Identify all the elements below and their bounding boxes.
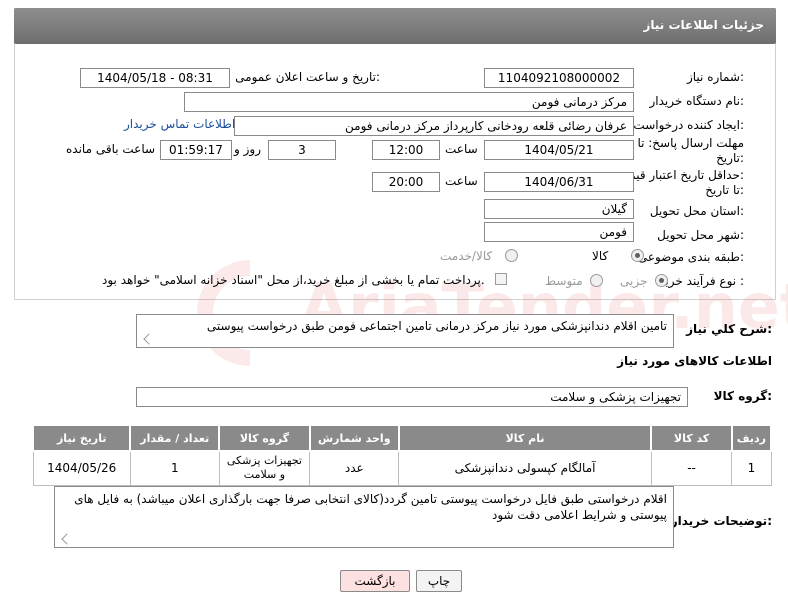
price-time-field[interactable]: 20:00 [372,172,440,192]
process-option-medium: متوسط [545,274,583,288]
col-code: کد کالا [650,424,733,452]
deadline-date-field[interactable]: 1404/05/21 [484,140,634,160]
general-description-label: شرح کلي نیاز: [686,322,772,336]
panel-title: جزئیات اطلاعات نیاز [643,18,764,32]
category-option-goods: کالا [592,249,609,263]
process-option-partial: جزیی [620,274,648,288]
general-description-field[interactable]: تامین اقلام دندانپزشکی مورد نیاز مرکز در… [136,314,674,348]
province-field[interactable]: گیلان [484,199,634,219]
print-button[interactable]: چاپ [416,570,462,592]
province-label: استان محل تحویل: [649,204,744,218]
price-validity-label: حداقل تاریخ اعتبار قیمت: [617,168,744,182]
cell-qty: 1 [129,450,220,486]
col-row: ردیف [730,424,773,452]
days-field[interactable]: 3 [268,140,336,160]
requester-field[interactable]: عرفان رضائی قلعه رودخانی کارپرداز مرکز د… [234,116,634,136]
price-time-label: ساعت [445,174,478,188]
buyer-notes-label: توضیحات خریدار: [670,514,772,528]
buyer-org-label: نام دستگاه خریدار: [649,94,745,108]
deadline-time-field[interactable]: 12:00 [372,140,440,160]
deadline-label: مهلت ارسال پاسخ: تا [637,136,744,150]
goods-section-title: اطلاعات کالاهای مورد نیاز [617,354,772,368]
resize-grip-icon[interactable] [61,533,73,545]
goods-group-field[interactable]: تجهیزات پزشکی و سلامت [136,387,688,407]
back-button[interactable]: بازگشت [340,570,410,592]
table-row[interactable]: 1 -- آمالگام کپسولی دندانپزشکی عدد تجهیز… [32,450,772,486]
price-date-field[interactable]: 1404/06/31 [484,172,634,192]
table-header-row: ردیف کد کالا نام کالا واحد شمارش گروه کا… [31,424,773,452]
buyer-notes-field[interactable]: اقلام درخواستی طبق فایل درخواست پیوستی ت… [54,486,674,548]
need-number-label: شماره نیاز: [686,70,744,84]
days-label: روز و [234,142,261,156]
requester-label: ایجاد کننده درخواست: [633,118,744,132]
cell-unit: عدد [309,450,400,486]
city-field[interactable]: فومن [484,222,634,242]
process-radio-medium[interactable] [590,274,603,287]
remaining-label: ساعت باقی مانده [66,142,156,156]
announce-field[interactable]: 1404/05/18 - 08:31 [80,68,230,88]
resize-grip-icon[interactable] [143,333,155,345]
goods-table: ردیف کد کالا نام کالا واحد شمارش گروه کا… [31,424,773,486]
price-validity-label-date: تا تاریخ: [705,183,744,197]
payment-note: پرداخت تمام یا بخشی از مبلغ خرید،از محل … [102,273,485,287]
col-name: نام کالا [397,424,653,452]
treasury-checkbox[interactable] [495,273,507,285]
cell-row: 1 [731,450,772,486]
cell-group: تجهیزات پزشکی و سلامت [218,450,311,486]
col-unit: واحد شمارش [308,424,400,452]
cell-code: -- [650,450,733,486]
general-description-text: تامین اقلام دندانپزشکی مورد نیاز مرکز در… [206,319,667,333]
buyer-org-field[interactable]: مرکز درمانی فومن [184,92,634,112]
category-label: طبقه بندی موضوعی: [637,250,744,264]
process-label: نوع فرآیند خرید : [659,274,744,288]
process-radio-partial[interactable] [655,274,668,287]
announce-label: تاریخ و ساعت اعلان عمومی: [235,70,380,84]
deadline-label-date: تاریخ: [716,151,744,165]
goods-group-label: گروه کالا: [713,389,772,403]
col-group: گروه کالا [218,424,311,452]
city-label: شهر محل تحویل: [657,228,744,242]
deadline-time-label: ساعت [445,142,478,156]
need-number-field[interactable]: 1104092108000002 [484,68,634,88]
col-date: تاریخ نیاز [31,424,132,452]
cell-date: 1404/05/26 [32,450,131,486]
panel-header: جزئیات اطلاعات نیاز [14,8,776,44]
cell-name: آمالگام کپسولی دندانپزشکی [398,450,652,486]
buyer-notes-text: اقلام درخواستی طبق فایل درخواست پیوستی ت… [74,492,667,522]
col-qty: تعداد / مقدار [129,424,221,452]
remaining-time-field[interactable]: 01:59:17 [160,140,232,160]
category-radio-goods[interactable] [631,249,644,262]
category-radio-goods-service[interactable] [505,249,518,262]
buyer-contact-link[interactable]: اطلاعات تماس خریدار [124,117,235,131]
category-option-goods-service: کالا/خدمت [440,249,493,263]
